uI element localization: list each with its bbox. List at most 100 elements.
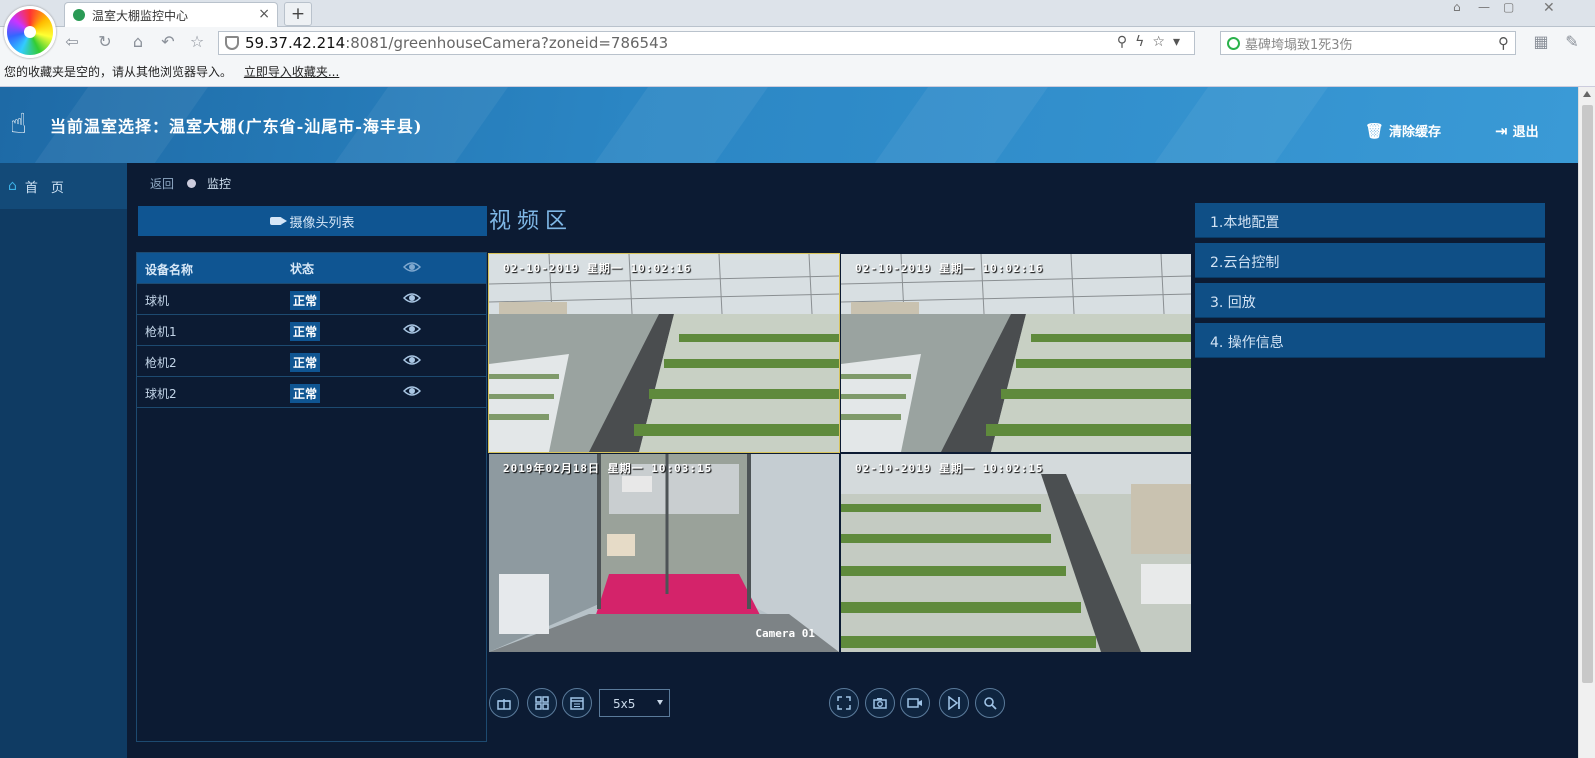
breadcrumb-current: 监控	[207, 177, 232, 191]
next-frame-button[interactable]	[939, 688, 969, 718]
video-timestamp: 02-10-2019 星期一 10:02:15	[855, 462, 1044, 475]
video-cell[interactable]: 02-10-2019 星期一 10:02:15	[841, 454, 1191, 652]
minimize-icon[interactable]: —	[1478, 0, 1490, 14]
column-header-name: 设备名称	[145, 263, 194, 277]
page-title: 当前温室选择：温室大棚(广东省-汕尾市-海丰县)	[50, 117, 423, 136]
address-bar: ⇦ ↻ ⌂ ↶ ☆ 59.37.42.214 :8081/greenhouseC…	[0, 27, 1595, 58]
entrance-feed-image	[489, 454, 839, 652]
bookmarks-empty-text: 您的收藏夹是空的，请从其他浏览器导入。	[4, 65, 233, 79]
camera-list-title: 摄像头列表	[289, 215, 355, 231]
breadcrumb-back-link[interactable]: 返回	[150, 175, 174, 192]
eye-icon[interactable]	[403, 289, 421, 307]
camera-label: Camera 01	[755, 627, 815, 640]
record-button[interactable]	[900, 688, 930, 718]
breadcrumb: 返回 监控	[150, 175, 231, 192]
snapshot-button[interactable]	[865, 688, 895, 718]
url-input[interactable]: 59.37.42.214 :8081/greenhouseCamera?zone…	[218, 31, 1195, 55]
camera-name: 枪机2	[145, 356, 177, 370]
home-icon[interactable]: ⌂	[128, 32, 148, 52]
eye-icon	[403, 262, 421, 272]
panel-operation-info[interactable]: 4. 操作信息	[1195, 323, 1545, 358]
page-scrollbar[interactable]	[1578, 87, 1595, 758]
layout-select-value: 5x5	[613, 697, 636, 711]
video-cell[interactable]: 02-10-2019 星期一 10:02:16	[841, 254, 1191, 452]
refresh-icon[interactable]: ↻	[95, 32, 115, 52]
video-camera-icon	[270, 217, 288, 225]
chevron-down-icon	[657, 700, 663, 705]
panel-playback[interactable]: 3. 回放	[1195, 283, 1545, 318]
fullscreen-icon	[837, 696, 851, 710]
tab-close-icon[interactable]: ×	[258, 6, 270, 22]
skin-icon[interactable]: ⌂	[1453, 0, 1461, 14]
trash-icon: 🗑	[1365, 121, 1385, 140]
panel-local-config[interactable]: 1.本地配置	[1195, 203, 1545, 238]
status-badge: 正常	[290, 353, 321, 372]
sidebar-item-label: 首 页	[24, 180, 64, 196]
browser-tab[interactable]: 温室大棚监控中心 ×	[64, 2, 278, 27]
main-content: 返回 监控 摄像头列表 设备名称 状态 球机 正常 枪机1 正常 枪机2 正常 …	[127, 163, 1578, 758]
status-badge: 正常	[290, 384, 321, 403]
eye-icon[interactable]	[403, 320, 421, 338]
shield-icon	[225, 36, 239, 50]
url-host: 59.37.42.214	[245, 34, 346, 52]
import-bookmarks-link[interactable]: 立即导入收藏夹...	[244, 65, 339, 79]
search-input[interactable]: 墓碑垮塌致1死3伤 ⚲	[1220, 31, 1516, 55]
column-header-status: 状态	[290, 262, 315, 276]
greenhouse-feed-image	[841, 254, 1191, 452]
grid-layout-button[interactable]	[527, 688, 557, 718]
table-row[interactable]: 枪机2 正常	[137, 346, 486, 377]
video-timestamp: 2019年02月18日 星期一 10:03:15	[503, 462, 713, 475]
back-icon[interactable]: ⇦	[62, 32, 82, 52]
calendar-button[interactable]	[562, 688, 592, 718]
camera-table: 设备名称 状态 球机 正常 枪机1 正常 枪机2 正常 球机2 正常	[136, 252, 487, 742]
browser-logo-icon[interactable]	[4, 6, 56, 58]
search-text: 墓碑垮塌致1死3伤	[1245, 37, 1353, 53]
video-cell[interactable]: 2019年02月18日 星期一 10:03:15 Camera 01	[489, 454, 839, 652]
hand-pointer-icon: ☝	[10, 107, 28, 140]
skip-forward-icon	[948, 696, 960, 710]
zoom-button[interactable]	[975, 688, 1005, 718]
panel-ptz-control[interactable]: 2.云台控制	[1195, 243, 1545, 278]
sidebar-item-home[interactable]: ⌂ 首 页	[0, 163, 127, 209]
browser-tabbar: 温室大棚监控中心 × + ⌂ — ▢ ✕	[0, 0, 1595, 27]
scroll-up-icon[interactable]	[1583, 91, 1591, 97]
window-close-icon[interactable]: ✕	[1543, 0, 1555, 16]
table-row[interactable]: 球机2 正常	[137, 377, 486, 408]
app-header: ☝ 当前温室选择：温室大棚(广东省-汕尾市-海丰县) 🗑 清除缓存 ⇥ 退出	[0, 87, 1578, 163]
video-cell[interactable]: 02-10-2019 星期一 10:02:16	[488, 253, 840, 453]
camera-list-header[interactable]: 摄像头列表	[138, 206, 487, 236]
new-tab-button[interactable]: +	[284, 2, 312, 26]
eye-icon[interactable]	[403, 382, 421, 400]
app-window: 温室大棚监控中心 × + ⌂ — ▢ ✕ ⇦ ↻ ⌂ ↶ ☆ 59.37.42.…	[0, 0, 1595, 758]
table-row[interactable]: 枪机1 正常	[137, 315, 486, 346]
fullscreen-button[interactable]	[829, 688, 859, 718]
video-record-icon	[907, 698, 922, 708]
table-row[interactable]: 球机 正常	[137, 284, 486, 315]
eye-icon[interactable]	[403, 351, 421, 369]
search-engine-icon	[1227, 37, 1240, 50]
bookmarks-bar: 您的收藏夹是空的，请从其他浏览器导入。 立即导入收藏夹...	[0, 58, 1595, 87]
maximize-icon[interactable]: ▢	[1503, 0, 1514, 14]
tools-icon[interactable]: ✎	[1562, 32, 1582, 52]
camera-name: 枪机1	[145, 325, 177, 339]
site-favicon-icon	[73, 9, 85, 21]
layout-select[interactable]: 5x5	[599, 689, 670, 717]
logout-label: 退出	[1512, 125, 1539, 140]
extensions-icon[interactable]: ▦	[1531, 32, 1551, 52]
status-badge: 正常	[290, 291, 321, 310]
logout-icon: ⇥	[1495, 121, 1508, 140]
gift-icon	[497, 699, 511, 710]
gift-button[interactable]	[489, 688, 519, 718]
sidebar: ⌂ 首 页	[0, 163, 127, 758]
logout-button[interactable]: ⇥ 退出	[1495, 121, 1539, 141]
clear-cache-button[interactable]: 🗑 清除缓存	[1365, 121, 1441, 141]
url-action-icons[interactable]: ⚲ϟ☆▾	[1117, 34, 1188, 50]
undo-icon[interactable]: ↶	[158, 32, 178, 52]
grid-icon	[535, 696, 549, 710]
scrollbar-thumb[interactable]	[1582, 105, 1593, 683]
search-icon[interactable]: ⚲	[1498, 34, 1509, 52]
greenhouse-feed-image	[841, 454, 1191, 652]
table-header-row: 设备名称 状态	[137, 253, 486, 284]
video-timestamp: 02-10-2019 星期一 10:02:16	[855, 262, 1044, 275]
favorite-icon[interactable]: ☆	[187, 32, 207, 52]
